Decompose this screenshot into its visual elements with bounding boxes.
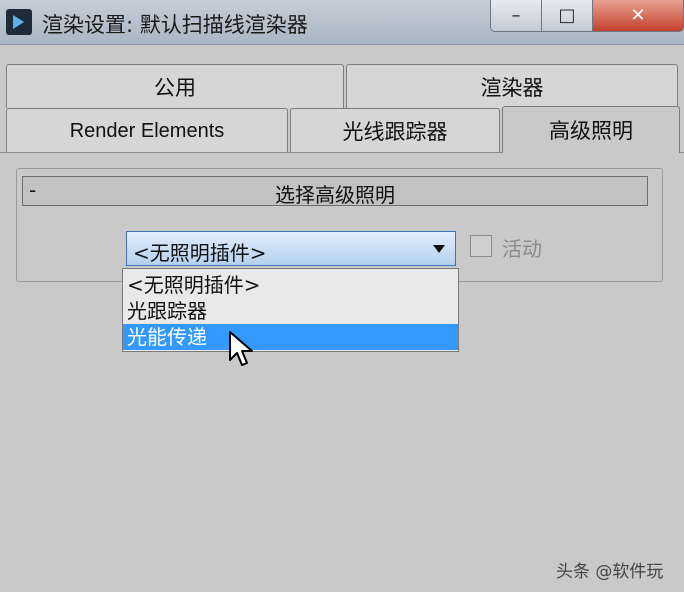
active-label: 活动: [502, 237, 542, 261]
minimize-button[interactable]: –: [490, 0, 542, 32]
window-title: 渲染设置: 默认扫描线渲染器: [42, 13, 308, 37]
lighting-plugin-dropdown[interactable]: <无照明插件>: [126, 231, 456, 266]
app-icon: [6, 9, 32, 35]
close-button[interactable]: ✕: [592, 0, 684, 32]
active-checkbox[interactable]: [470, 235, 492, 257]
tab-common[interactable]: 公用: [6, 64, 344, 108]
option-light-tracer[interactable]: 光跟踪器: [127, 298, 207, 324]
option-radiosity[interactable]: 光能传递: [123, 324, 458, 350]
maximize-button[interactable]: □: [541, 0, 593, 32]
mouse-cursor-icon: [229, 331, 253, 366]
option-no-lighting-plugin[interactable]: <无照明插件>: [127, 272, 261, 298]
rollout-header[interactable]: - 选择高级照明: [22, 176, 648, 207]
dropdown-list: <无照明插件> 光跟踪器 光能传递: [122, 268, 459, 352]
rollout-title: 选择高级照明: [275, 183, 395, 207]
dropdown-selected-value: <无照明插件>: [133, 241, 267, 265]
tab-raytracer[interactable]: 光线跟踪器: [290, 108, 500, 153]
tab-render-elements[interactable]: Render Elements: [6, 108, 288, 153]
tab-renderer[interactable]: 渲染器: [346, 64, 678, 108]
watermark: 头条 @软件玩: [556, 562, 664, 582]
chevron-down-icon[interactable]: [433, 245, 445, 253]
tab-advanced-lighting[interactable]: 高级照明: [502, 106, 680, 153]
